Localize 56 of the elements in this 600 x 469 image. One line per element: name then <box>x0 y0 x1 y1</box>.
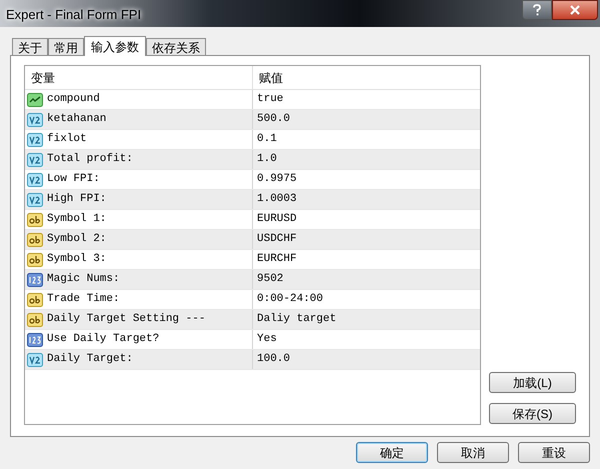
parameter-name: Use Daily Target? <box>47 332 160 348</box>
parameter-name: Total profit: <box>47 152 133 168</box>
parameter-name: fixlot <box>47 132 87 148</box>
close-button[interactable] <box>552 0 598 20</box>
parameter-name: Symbol 3: <box>47 252 106 268</box>
window-title: Expert - Final Form FPI <box>6 6 142 24</box>
tab[interactable]: 常用 <box>48 38 84 55</box>
parameter-value[interactable]: 0.9975 <box>253 170 480 189</box>
parameter-value[interactable]: 1.0003 <box>253 190 480 209</box>
column-header[interactable]: 变量 <box>25 66 253 89</box>
column-header[interactable]: 赋值 <box>253 66 480 89</box>
tab[interactable]: 输入参数 <box>84 36 146 56</box>
variable-icon <box>27 352 43 366</box>
variable-icon <box>27 152 43 166</box>
dialog-button[interactable]: 重设 <box>518 442 590 463</box>
parameter-name: High FPI: <box>47 192 106 208</box>
parameter-name: Symbol 1: <box>47 212 106 228</box>
parameter-value[interactable]: 0.1 <box>253 130 480 149</box>
variable-icon <box>27 132 43 146</box>
dialog-button[interactable]: 确定 <box>356 442 428 463</box>
variable-icon <box>27 112 43 126</box>
help-icon <box>533 4 541 16</box>
parameter-name: Daily Target Setting --- <box>47 312 206 328</box>
parameter-value[interactable]: EURCHF <box>253 250 480 269</box>
parameter-value[interactable]: true <box>253 90 480 109</box>
text-type-icon <box>27 312 43 326</box>
variable-icon <box>27 192 43 206</box>
parameter-value[interactable]: Daliy target <box>253 310 480 329</box>
help-button[interactable] <box>522 0 552 20</box>
side-button[interactable]: 加载(L) <box>489 372 576 393</box>
parameter-value[interactable]: 100.0 <box>253 350 480 369</box>
dialog-button[interactable]: 取消 <box>437 442 509 463</box>
parameter-name: ketahanan <box>47 112 106 128</box>
text-type-icon <box>27 292 43 306</box>
tab[interactable]: 依存关系 <box>146 38 206 55</box>
text-type-icon <box>27 212 43 226</box>
parameter-value[interactable]: 500.0 <box>253 110 480 129</box>
number-type-icon <box>27 272 43 286</box>
parameter-value[interactable]: EURUSD <box>253 210 480 229</box>
parameter-name: Low FPI: <box>47 172 100 188</box>
close-icon <box>569 5 581 15</box>
text-type-icon <box>27 252 43 266</box>
parameter-value[interactable]: 9502 <box>253 270 480 289</box>
parameter-value[interactable]: 1.0 <box>253 150 480 169</box>
parameter-value[interactable]: Yes <box>253 330 480 349</box>
variable-icon <box>27 172 43 186</box>
parameter-value[interactable]: 0:00-24:00 <box>253 290 480 309</box>
parameter-name: Symbol 2: <box>47 232 106 248</box>
parameter-value[interactable]: USDCHF <box>253 230 480 249</box>
parameter-name: compound <box>47 92 100 108</box>
side-button[interactable]: 保存(S) <box>489 403 576 424</box>
parameter-name: Magic Nums: <box>47 272 120 288</box>
tab[interactable]: 关于 <box>12 38 48 55</box>
parameter-name: Daily Target: <box>47 352 133 368</box>
parameter-name: Trade Time: <box>47 292 120 308</box>
text-type-icon <box>27 232 43 246</box>
